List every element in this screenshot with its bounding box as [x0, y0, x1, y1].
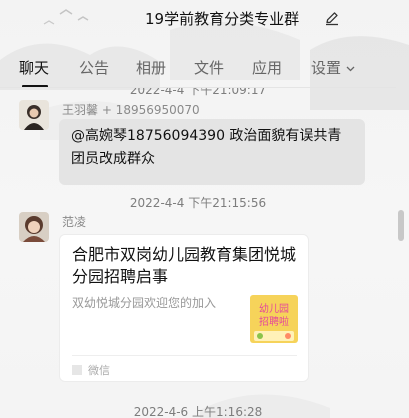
avatar[interactable] — [19, 212, 49, 242]
message-timestamp: 2022-4-6 上午1:16:28 — [133, 405, 263, 418]
pencil-icon[interactable] — [324, 10, 340, 26]
tab-files[interactable]: 文件 — [194, 57, 224, 78]
sender-name: 范凌 — [62, 215, 87, 229]
chevron-down-icon — [346, 66, 355, 71]
wechat-icon — [72, 365, 82, 375]
scrollbar-track[interactable] — [396, 88, 409, 418]
group-title: 19学前教育分类专业群 — [145, 10, 300, 28]
tab-bar: 聊天 公告 相册 文件 应用 设置 — [0, 48, 409, 88]
card-thumbnail: 幼儿园 招聘啦 — [250, 295, 298, 343]
thumb-text: 幼儿园 — [259, 302, 289, 315]
card-description: 双幼悦城分园欢迎您的加入 — [72, 296, 217, 310]
tab-settings-label: 设置 — [311, 59, 342, 77]
scrollbar-thumb[interactable] — [398, 210, 404, 241]
message-timestamp: 2022-4-4 下午21:15:56 — [129, 196, 267, 210]
card-divider — [72, 355, 297, 356]
avatar[interactable] — [19, 100, 49, 130]
sender-name: 王羽馨 + 18956950070 — [62, 103, 200, 117]
tab-announcements[interactable]: 公告 — [79, 57, 109, 78]
tab-apps[interactable]: 应用 — [252, 57, 282, 78]
tab-settings[interactable]: 设置 — [311, 57, 355, 78]
chat-message-list[interactable]: 2022-4-4 下午21:09:17 王羽馨 + 18956950070 @高… — [0, 88, 396, 418]
shared-link-card[interactable]: 合肥市双岗幼儿园教育集团悦城分园招聘启事 双幼悦城分园欢迎您的加入 幼儿园 招聘… — [59, 234, 309, 382]
card-title: 合肥市双岗幼儿园教育集团悦城分园招聘启事 — [72, 245, 297, 286]
card-source: 微信 — [88, 364, 110, 377]
message-text-line: @高婉琴18756094390 政治面貌有误共青 — [71, 128, 342, 144]
message-timestamp: 2022-4-4 下午21:09:17 — [129, 88, 267, 97]
message-bubble[interactable]: @高婉琴18756094390 政治面貌有误共青 团员改成群众 — [59, 119, 365, 185]
title-bar: 19学前教育分类专业群 — [0, 0, 409, 36]
tab-chat[interactable]: 聊天 — [19, 57, 49, 78]
message-text-line: 团员改成群众 — [71, 151, 155, 167]
tab-albums[interactable]: 相册 — [136, 57, 166, 78]
thumb-text: 招聘啦 — [259, 315, 289, 328]
